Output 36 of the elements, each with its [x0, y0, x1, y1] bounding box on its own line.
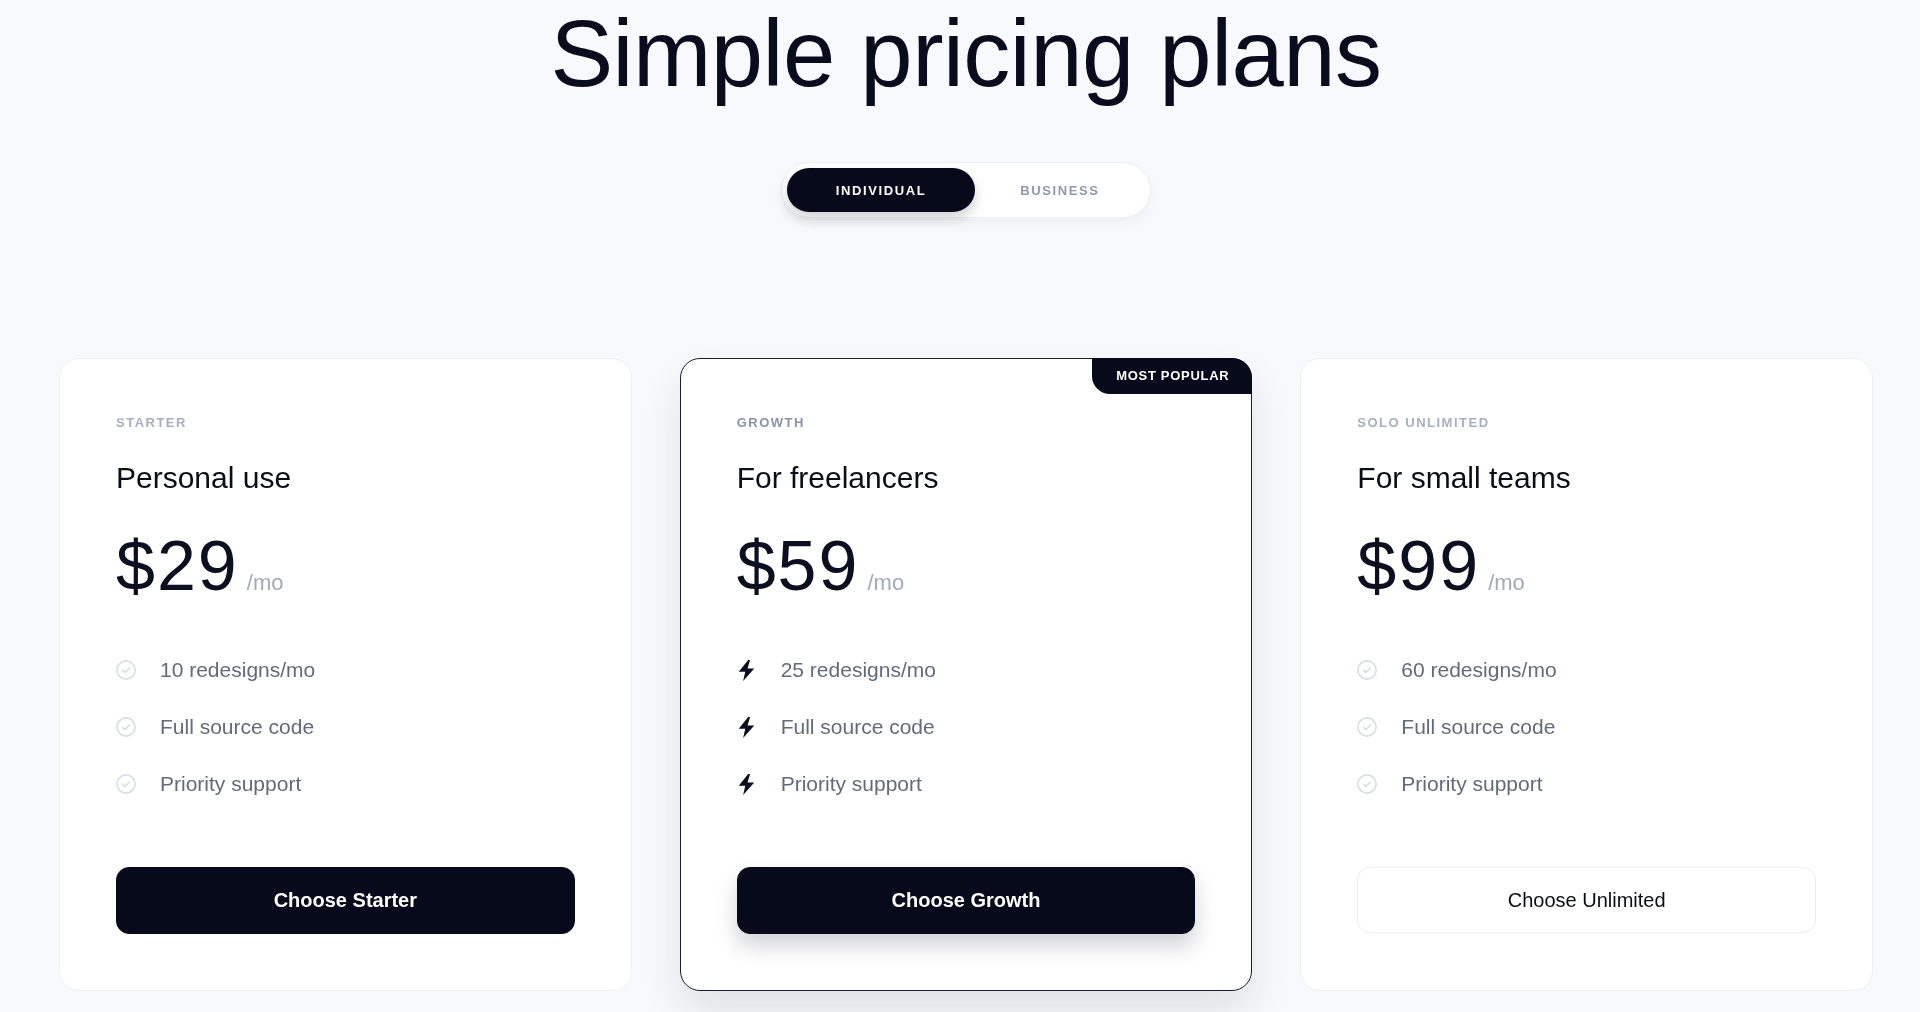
popular-badge: MOST POPULAR	[1092, 358, 1253, 394]
feature-text: 25 redesigns/mo	[780, 657, 936, 683]
choose-plan-button[interactable]: Choose Growth	[736, 867, 1196, 934]
feature-text: Priority support	[1401, 771, 1543, 797]
plan-tier-label: STARTER	[116, 415, 187, 431]
lightning-icon	[737, 659, 755, 681]
feature-text: 60 redesigns/mo	[1401, 657, 1557, 683]
feature-text: Full source code	[780, 714, 935, 740]
check-circle-icon	[1357, 717, 1378, 737]
price-amount: $99	[1357, 531, 1481, 601]
price-amount: $29	[116, 531, 239, 601]
choose-plan-button[interactable]: Choose Starter	[116, 867, 575, 934]
feature-text: Priority support	[780, 771, 922, 797]
toggle-tab[interactable]: INDIVIDUAL	[787, 168, 975, 212]
choose-plan-button[interactable]: Choose Unlimited	[1357, 867, 1816, 933]
price-period: /mo	[867, 570, 905, 596]
price-amount: $59	[736, 531, 860, 601]
check-circle-icon	[1357, 774, 1378, 794]
price-period: /mo	[1488, 570, 1525, 596]
lightning-icon	[737, 716, 755, 738]
feature-text: Full source code	[160, 714, 315, 740]
plan-tier-label: SOLO UNLIMITED	[1357, 415, 1490, 431]
page-title: Simple pricing plans	[550, 0, 1382, 108]
check-circle-icon	[116, 660, 136, 680]
feature-text: 10 redesigns/mo	[160, 657, 316, 683]
check-circle-icon	[116, 774, 136, 794]
plan-title: For small teams	[1357, 461, 1571, 495]
plan-title: For freelancers	[736, 461, 939, 495]
feature-text: Full source code	[1401, 714, 1556, 740]
lightning-icon	[737, 773, 755, 795]
check-circle-icon	[1357, 660, 1378, 680]
plan-title: Personal use	[116, 461, 292, 495]
feature-text: Priority support	[160, 771, 302, 797]
plan-tier-label: GROWTH	[736, 415, 805, 431]
check-circle-icon	[116, 717, 136, 737]
price-period: /mo	[246, 570, 284, 596]
